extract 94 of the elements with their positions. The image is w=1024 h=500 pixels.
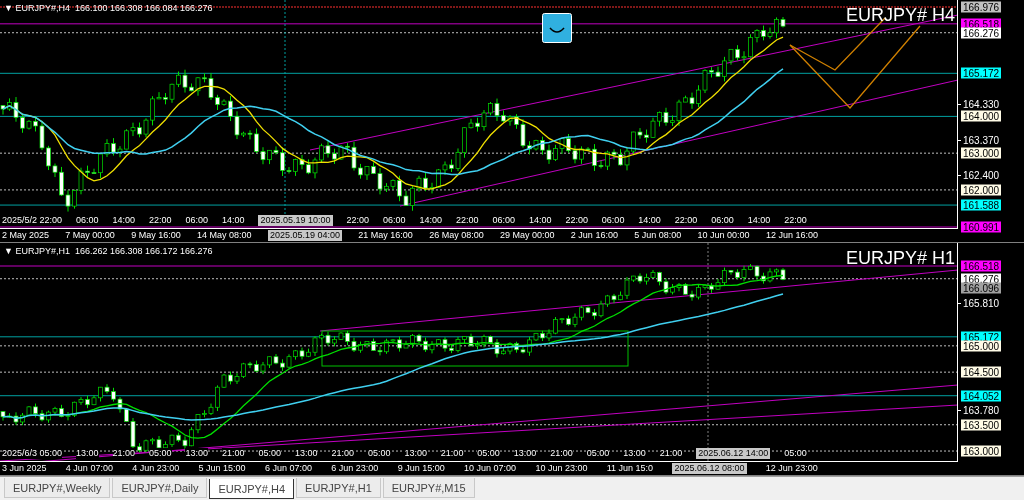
time-label: 21:00 bbox=[550, 448, 573, 459]
time-label: 22:00 bbox=[455, 215, 479, 226]
time-label: 6 Jun 07:00 bbox=[264, 463, 312, 474]
price-tag: 163.000 bbox=[961, 445, 1002, 457]
price-tag: 164.500 bbox=[961, 366, 1002, 378]
time-label: 21 May 16:00 bbox=[358, 230, 413, 241]
time-label: 29 May 00:00 bbox=[500, 230, 555, 241]
time-label: 14:00 bbox=[528, 215, 552, 226]
time-label: 14:00 bbox=[112, 215, 136, 226]
crosshair-time-label: 2025.06.12 08:00 bbox=[672, 463, 747, 474]
time-label: 14:00 bbox=[638, 215, 661, 226]
time-label: 3 Jun 2025 bbox=[2, 463, 47, 474]
time-label: 2 Jun 16:00 bbox=[570, 230, 618, 241]
time-label: 2025/5/2 22:00 bbox=[2, 215, 63, 226]
chart-tab[interactable]: EURJPY#,M15 bbox=[382, 478, 475, 498]
time-label: 06:00 bbox=[185, 215, 208, 226]
time-label: 21:00 bbox=[112, 448, 136, 459]
chart-header: ▼ EURJPY#,H4 166.100 166.308 166.084 166.276 bbox=[4, 3, 213, 14]
time-label: 21:00 bbox=[659, 448, 683, 459]
time-label: 14 May 08:00 bbox=[197, 230, 252, 241]
time-label: 13:00 bbox=[404, 448, 427, 459]
time-label: 26 May 08:00 bbox=[429, 230, 484, 241]
time-label: 14:00 bbox=[747, 215, 771, 226]
price-tag: 166.276 bbox=[961, 27, 1002, 39]
time-label: 10 Jun 00:00 bbox=[697, 230, 750, 241]
time-label: 14:00 bbox=[221, 215, 245, 226]
time-label: 4 Jun 07:00 bbox=[65, 463, 113, 474]
time-label: 13:00 bbox=[185, 448, 208, 459]
chart-tab[interactable]: EURJPY#,H4 bbox=[209, 479, 295, 499]
time-label: 21:00 bbox=[331, 448, 354, 459]
time-label: 21:00 bbox=[440, 448, 464, 459]
price-label: 165.810 bbox=[962, 297, 1001, 309]
time-label: 5 Jun 08:00 bbox=[634, 230, 682, 241]
time-label: 4 Jun 23:00 bbox=[132, 463, 180, 474]
time-label: 05:00 bbox=[258, 448, 281, 459]
time-label: 06:00 bbox=[76, 215, 99, 226]
price-tag: 166.096 bbox=[961, 282, 1002, 294]
price-tag: 164.000 bbox=[961, 110, 1002, 122]
price-label: 163.780 bbox=[962, 404, 1001, 416]
time-label: 05:00 bbox=[367, 448, 391, 459]
price-label: 162.400 bbox=[962, 169, 1001, 181]
time-label: 06:00 bbox=[492, 215, 515, 226]
time-label: 22:00 bbox=[674, 215, 698, 226]
crosshair-time-label: 2025.06.12 14:00 bbox=[696, 448, 771, 459]
price-tag: 166.976 bbox=[961, 1, 1002, 13]
time-label: 7 May 00:00 bbox=[65, 230, 115, 241]
price-tag: 164.052 bbox=[961, 390, 1002, 402]
time-label: 06:00 bbox=[382, 215, 406, 226]
time-label: 22:00 bbox=[565, 215, 588, 226]
time-label: 22:00 bbox=[149, 215, 172, 226]
time-label: 5 Jun 15:00 bbox=[198, 463, 246, 474]
price-tag: 165.000 bbox=[961, 340, 1002, 352]
time-label: 14:00 bbox=[419, 215, 442, 226]
crosshair-time-label: 2025.05.19 10:00 bbox=[258, 215, 333, 226]
time-label: 13:00 bbox=[513, 448, 537, 459]
price-tag: 161.588 bbox=[961, 199, 1002, 211]
time-label: 06:00 bbox=[601, 215, 625, 226]
time-label: 9 Jun 15:00 bbox=[397, 463, 445, 474]
price-label: 163.370 bbox=[962, 134, 1001, 146]
price-label: 164.330 bbox=[962, 98, 1001, 110]
time-label: 21:00 bbox=[221, 448, 245, 459]
time-label: 05:00 bbox=[784, 448, 807, 459]
time-label: 22:00 bbox=[346, 215, 369, 226]
time-label: 06:00 bbox=[711, 215, 734, 226]
chart-tab[interactable]: EURJPY#,Weekly bbox=[4, 478, 111, 498]
price-tag: 160.991 bbox=[961, 221, 1002, 233]
time-label: 9 May 16:00 bbox=[131, 230, 181, 241]
symbol-label: EURJPY# H1 bbox=[845, 248, 955, 268]
time-label: 11 Jun 15:0 bbox=[606, 463, 654, 474]
price-tag: 165.172 bbox=[961, 67, 1002, 79]
crosshair-time-label: 2025.05.19 04:00 bbox=[267, 230, 342, 241]
chart-tab[interactable]: EURJPY#,Daily bbox=[112, 478, 208, 498]
time-label: 05:00 bbox=[586, 448, 610, 459]
time-label: 13:00 bbox=[623, 448, 646, 459]
time-label: 12 Jun 23:00 bbox=[765, 463, 818, 474]
time-label: 6 Jun 23:00 bbox=[331, 463, 379, 474]
price-tag: 163.000 bbox=[961, 147, 1002, 159]
smiley-icon[interactable] bbox=[542, 13, 572, 43]
time-label: 22:00 bbox=[784, 215, 807, 226]
time-label: 10 Jun 07:00 bbox=[464, 463, 517, 474]
time-label: 13:00 bbox=[76, 448, 99, 459]
time-label: 13:00 bbox=[294, 448, 318, 459]
time-label: 12 Jun 16:00 bbox=[765, 230, 818, 241]
price-tag: 166.518 bbox=[961, 260, 1002, 272]
time-label: 10 Jun 23:00 bbox=[535, 463, 588, 474]
price-tag: 163.500 bbox=[961, 419, 1002, 431]
price-tag: 162.000 bbox=[961, 184, 1002, 196]
time-label: 2 May 2025 bbox=[2, 230, 50, 241]
symbol-label: EURJPY# H4 bbox=[845, 5, 955, 25]
chart-header: ▼ EURJPY#,H1 166.262 166.308 166.172 166.276 bbox=[4, 246, 213, 257]
time-label: 05:00 bbox=[477, 448, 500, 459]
time-label: 2025/6/3 05:00 bbox=[2, 448, 63, 459]
chart-tab[interactable]: EURJPY#,H1 bbox=[296, 478, 381, 498]
time-label: 05:00 bbox=[149, 448, 172, 459]
